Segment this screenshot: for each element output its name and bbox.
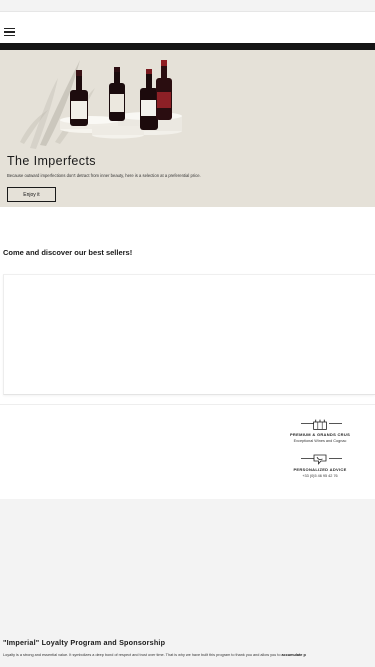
loyalty-title: "Imperial" Loyalty Program and Sponsorsh… xyxy=(3,638,166,647)
loyalty-text-bold: accumulate p xyxy=(281,653,306,657)
feature-title: PREMIUM & GRANDS CRUS xyxy=(289,432,351,437)
loyalty-text-body: Loyalty is a strong and essential value.… xyxy=(3,653,281,657)
loyalty-text: Loyalty is a strong and essential value.… xyxy=(3,653,375,657)
feature-advice: PERSONALIZED ADVICE +33 (0)5 46 95 42 76 xyxy=(275,454,365,478)
decorative-line xyxy=(329,423,342,424)
feature-phone-number[interactable]: +33 (0)5 46 95 42 76 xyxy=(275,474,365,478)
bestsellers-heading: Come and discover our best sellers! xyxy=(3,248,133,257)
hero-subtitle: Because outward imperfections don't detr… xyxy=(7,173,201,178)
top-strip xyxy=(0,0,375,11)
feature-subtitle: Exceptional Wines and Cognac xyxy=(293,439,347,443)
hero-banner: The Imperfects Because outward imperfect… xyxy=(0,50,375,207)
hero-wine-bottles-image xyxy=(20,60,182,149)
feature-premium: PREMIUM & GRANDS CRUS Exceptional Wines … xyxy=(275,419,365,443)
enjoy-it-button[interactable]: Enjoy it xyxy=(7,187,56,202)
feature-title: PERSONALIZED ADVICE xyxy=(293,467,347,472)
decorative-line xyxy=(329,458,342,459)
hero-title: The Imperfects xyxy=(7,154,96,168)
header-dark-bar xyxy=(0,43,375,50)
bestsellers-carousel[interactable] xyxy=(3,274,375,395)
hamburger-menu-icon[interactable] xyxy=(4,28,15,37)
wine-crates-icon xyxy=(313,419,327,430)
phone-chat-icon xyxy=(313,454,327,465)
section-divider xyxy=(0,404,375,405)
site-header xyxy=(0,11,375,44)
